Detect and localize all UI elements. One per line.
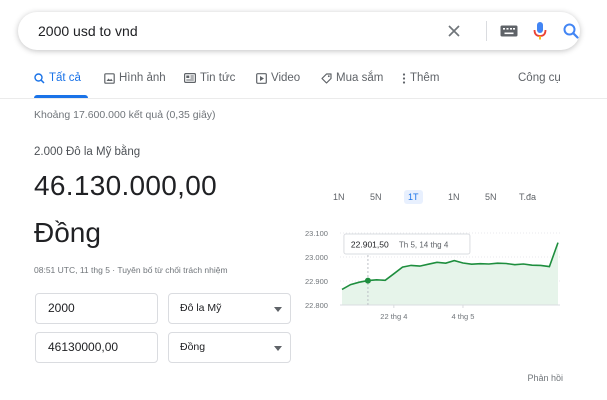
chevron-down-icon xyxy=(274,307,282,312)
conversion-result-value: 46.130.000,00 xyxy=(34,170,217,201)
chart-highlight-point xyxy=(364,277,371,284)
from-amount-input[interactable]: 2000 xyxy=(35,293,158,324)
image-icon xyxy=(104,72,115,84)
tab-label: Hình ảnh xyxy=(119,72,166,84)
keyboard-icon[interactable] xyxy=(499,21,519,41)
y-tick-label: 22.800 xyxy=(305,301,328,310)
conversion-result-unit: Đồng xyxy=(34,217,101,248)
tab-label: Thêm xyxy=(410,72,440,84)
more-vert-icon xyxy=(402,72,406,84)
from-currency-select[interactable]: Đô la Mỹ xyxy=(168,293,291,324)
feedback-link[interactable]: Phản hồi xyxy=(527,373,563,383)
tools-label: Công cụ xyxy=(518,72,561,84)
search-icon[interactable] xyxy=(561,21,581,41)
tooltip-value: 22.901,50 xyxy=(351,240,389,250)
search-icon xyxy=(34,72,45,84)
x-tick-label: 4 thg 5 xyxy=(451,312,474,321)
tab-label: Tin tức xyxy=(200,72,236,84)
tab-label: Mua sắm xyxy=(336,72,384,84)
y-tick-label: 23.000 xyxy=(305,253,328,262)
from-currency-label: Đô la Mỹ xyxy=(180,302,222,314)
tab-label: Tất cả xyxy=(49,72,81,84)
tooltip-date: Th 5, 14 thg 4 xyxy=(399,241,449,250)
tab-shopping[interactable]: Mua sắm xyxy=(321,72,383,84)
search-box[interactable] xyxy=(18,12,580,50)
search-tabs: Tất cả Hình ảnh Tin tức Video Mua sắm Th… xyxy=(34,72,574,92)
range-button-5d[interactable]: 5N xyxy=(370,190,382,204)
tabs-divider xyxy=(0,98,607,99)
exchange-rate-chart[interactable]: 23.100 23.000 22.900 22.800 22 thg 4 4 thg 5 2… xyxy=(300,222,568,322)
news-icon xyxy=(184,73,196,83)
x-tick-label: 22 thg 4 xyxy=(380,312,407,321)
search-input[interactable] xyxy=(38,12,418,50)
tab-video[interactable]: Video xyxy=(256,72,300,84)
close-icon[interactable] xyxy=(444,21,464,41)
tab-all[interactable]: Tất cả xyxy=(34,72,81,84)
to-amount-input[interactable]: 46130000,00 xyxy=(35,332,158,363)
y-tick-label: 23.100 xyxy=(305,229,328,238)
tab-label: Video xyxy=(271,72,301,84)
conversion-label: 2.000 Đô la Mỹ bằng xyxy=(34,146,141,158)
y-tick-label: 22.900 xyxy=(305,277,328,286)
range-button-max[interactable]: T.đa xyxy=(519,190,536,204)
tab-news[interactable]: Tin tức xyxy=(184,72,235,84)
to-currency-label: Đồng xyxy=(180,341,206,353)
play-icon xyxy=(256,72,267,84)
tab-more[interactable]: Thêm xyxy=(402,72,439,84)
to-currency-select[interactable]: Đồng xyxy=(168,332,291,363)
tab-images[interactable]: Hình ảnh xyxy=(104,72,166,84)
mic-icon[interactable] xyxy=(530,21,550,41)
range-button-5y[interactable]: 5N xyxy=(485,190,497,204)
range-button-1d[interactable]: 1N xyxy=(333,190,345,204)
tag-icon xyxy=(321,72,332,84)
range-button-1m[interactable]: 1T xyxy=(404,190,423,204)
tools-button[interactable]: Công cụ xyxy=(518,72,561,84)
results-count: Khoảng 17.600.000 kết quả (0,35 giây) xyxy=(34,109,216,121)
range-button-1y[interactable]: 1N xyxy=(448,190,460,204)
search-divider xyxy=(486,21,487,41)
chevron-down-icon xyxy=(274,346,282,351)
conversion-timestamp[interactable]: 08:51 UTC, 11 thg 5 · Tuyên bố từ chối t… xyxy=(34,265,228,275)
